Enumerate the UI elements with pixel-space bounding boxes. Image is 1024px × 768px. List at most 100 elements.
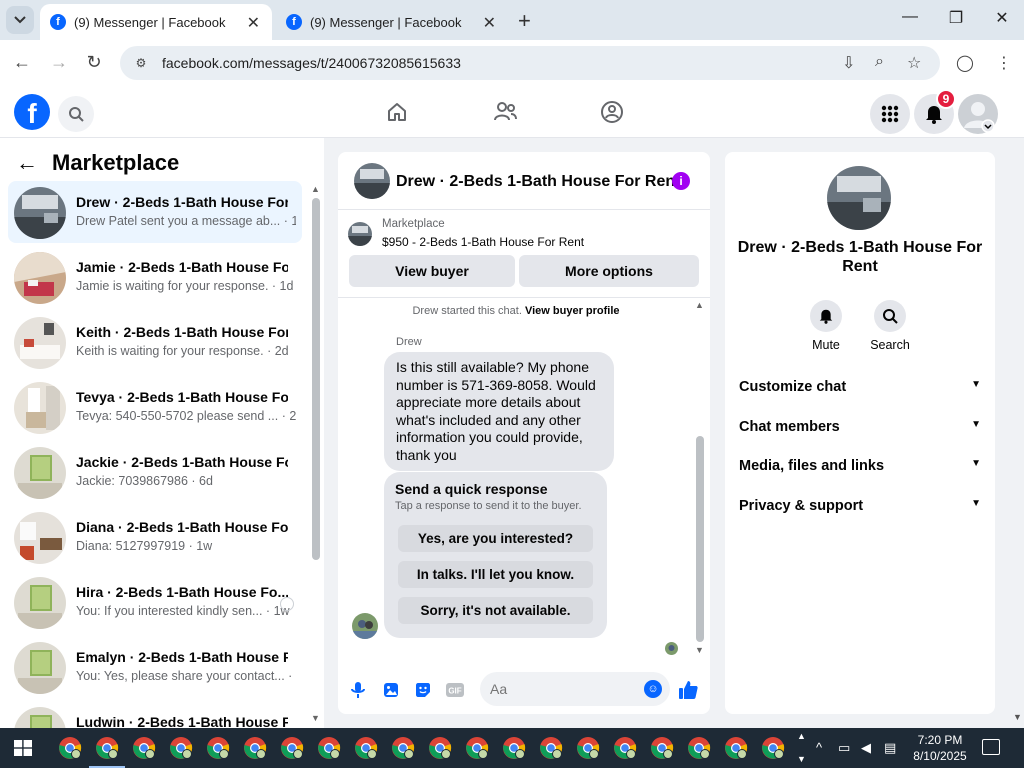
emoji-icon[interactable]: ☺: [644, 680, 662, 698]
close-window-icon[interactable]: ✕: [990, 8, 1014, 28]
back-arrow-icon[interactable]: ←: [16, 150, 38, 176]
sticker-icon[interactable]: [413, 680, 433, 700]
incoming-message-bubble[interactable]: Is this still available? My phone number…: [384, 352, 614, 471]
forward-arrow-icon[interactable]: →: [48, 52, 70, 73]
minimize-icon[interactable]: —: [898, 8, 922, 26]
conversation-item-emalyn[interactable]: Emalyn · 2-Beds 1-Bath House F... You: Y…: [8, 636, 302, 698]
scroll-down-arrow-icon[interactable]: ▼: [695, 645, 704, 655]
network-icon[interactable]: ▤: [884, 740, 896, 756]
install-app-icon[interactable]: ⇩: [842, 53, 855, 73]
home-nav-button[interactable]: [383, 98, 411, 126]
section-chat-members[interactable]: Chat members ▼: [739, 419, 981, 439]
chrome-taskbar-icon[interactable]: [502, 736, 526, 760]
restore-icon[interactable]: ❐: [944, 8, 968, 28]
search-action[interactable]: Search: [860, 300, 920, 352]
profile-icon[interactable]: ◯: [956, 53, 974, 73]
gif-icon[interactable]: GIF: [445, 680, 465, 700]
quick-response-button-in-talks[interactable]: In talks. I'll let you know.: [398, 561, 593, 588]
site-settings-icon[interactable]: ⚙: [132, 54, 150, 72]
quick-response-button-not-available[interactable]: Sorry, it's not available.: [398, 597, 593, 624]
chrome-taskbar-icon[interactable]: [576, 736, 600, 760]
close-tab-icon[interactable]: ✕: [483, 13, 496, 33]
view-buyer-button[interactable]: View buyer: [349, 255, 515, 287]
inbox-scrollbar[interactable]: [312, 198, 320, 560]
conversation-item-diana[interactable]: Diana · 2-Beds 1-Bath House For... Diana…: [8, 506, 302, 568]
chat-title[interactable]: Drew · 2-Beds 1-Bath House For Rent: [396, 173, 680, 191]
view-buyer-profile-link[interactable]: View buyer profile: [525, 305, 620, 317]
url-text[interactable]: facebook.com/messages/t/2400673208561563…: [162, 55, 461, 71]
bookmark-star-icon[interactable]: ☆: [907, 53, 921, 73]
zoom-icon[interactable]: ⌕: [875, 53, 884, 71]
chrome-taskbar-icon[interactable]: [354, 736, 378, 760]
page-scroll-down-arrow-icon[interactable]: ▼: [1013, 712, 1022, 722]
conversation-item-ludwin[interactable]: Ludwin · 2-Beds 1-Bath House F...: [8, 701, 302, 728]
chrome-taskbar-icon[interactable]: [724, 736, 748, 760]
scroll-down-arrow-icon[interactable]: ▼: [311, 713, 320, 723]
chrome-taskbar-icon[interactable]: [613, 736, 637, 760]
scroll-up-arrow-icon[interactable]: ▲: [311, 184, 320, 194]
scroll-up-arrow-icon[interactable]: ▲: [695, 300, 704, 310]
chrome-taskbar-icon[interactable]: [539, 736, 563, 760]
back-arrow-icon[interactable]: ←: [11, 52, 33, 73]
conversation-item-keith[interactable]: Keith · 2-Beds 1-Bath House For ... Keit…: [8, 311, 302, 373]
browser-tab-2[interactable]: f (9) Messenger | Facebook ✕: [276, 4, 508, 40]
mute-action[interactable]: Mute: [796, 300, 856, 352]
chrome-taskbar-icon[interactable]: [169, 736, 193, 760]
conversation-item-hira[interactable]: Hira · 2-Beds 1-Bath House Fo... You: If…: [8, 571, 302, 633]
listing-price-title[interactable]: $950 - 2-Beds 1-Bath House For Rent: [382, 235, 584, 249]
facebook-search-button[interactable]: [58, 96, 94, 132]
chrome-taskbar-icon[interactable]: [132, 736, 156, 760]
microphone-icon[interactable]: [348, 680, 368, 700]
close-tab-icon[interactable]: ✕: [247, 13, 260, 33]
omnibox[interactable]: ⚙ facebook.com/messages/t/24006732085615…: [120, 46, 940, 80]
unread-status-circle[interactable]: [280, 597, 294, 611]
mute-button[interactable]: [810, 300, 842, 332]
tray-scroll-down-icon[interactable]: ▼: [797, 754, 806, 764]
thumbs-up-like-icon[interactable]: [678, 680, 698, 700]
avatar[interactable]: [354, 163, 390, 199]
chrome-taskbar-icon[interactable]: [206, 736, 230, 760]
browser-menu-icon[interactable]: ⋮: [996, 53, 1012, 73]
reload-icon[interactable]: ↻: [83, 52, 105, 73]
photo-icon[interactable]: [381, 680, 401, 700]
new-tab-plus-icon[interactable]: +: [518, 8, 531, 34]
section-privacy-support[interactable]: Privacy & support ▼: [739, 498, 981, 518]
search-in-chat-button[interactable]: [874, 300, 906, 332]
chrome-taskbar-icon[interactable]: [89, 736, 125, 768]
chrome-taskbar-icon[interactable]: [58, 736, 82, 760]
account-avatar-button[interactable]: [958, 94, 998, 134]
more-options-button[interactable]: More options: [519, 255, 699, 287]
conversation-item-jamie[interactable]: Jamie · 2-Beds 1-Bath House For... Jamie…: [8, 246, 302, 308]
info-icon[interactable]: i: [672, 172, 690, 190]
quick-response-button-interested[interactable]: Yes, are you interested?: [398, 525, 593, 552]
chrome-taskbar-icon[interactable]: [465, 736, 489, 760]
chrome-taskbar-icon[interactable]: [280, 736, 304, 760]
show-hidden-icons-chevron-icon[interactable]: ^: [816, 740, 822, 755]
windows-start-icon[interactable]: [14, 740, 32, 756]
facebook-logo-icon[interactable]: f: [14, 94, 50, 130]
menu-grid-button[interactable]: [870, 94, 910, 134]
sender-avatar[interactable]: [352, 613, 378, 639]
chrome-taskbar-icon[interactable]: [428, 736, 452, 760]
tab-search-button[interactable]: [6, 6, 34, 34]
tray-scroll-up-icon[interactable]: ▲: [797, 731, 806, 741]
groups-nav-button[interactable]: [598, 98, 626, 126]
listing-thumbnail[interactable]: [348, 222, 372, 246]
contact-avatar[interactable]: [827, 166, 891, 230]
chrome-taskbar-icon[interactable]: [317, 736, 341, 760]
friends-nav-button[interactable]: [491, 98, 519, 126]
chrome-taskbar-icon[interactable]: [687, 736, 711, 760]
system-clock[interactable]: 7:20 PM 8/10/2025: [900, 732, 980, 764]
conversation-item-jackie[interactable]: Jackie · 2-Beds 1-Bath House Fo... Jacki…: [8, 441, 302, 503]
conversation-item-drew[interactable]: Drew · 2-Beds 1-Bath House For ... Drew …: [8, 181, 302, 243]
section-media-files-links[interactable]: Media, files and links ▼: [739, 458, 981, 478]
chrome-taskbar-icon[interactable]: [391, 736, 415, 760]
browser-tab-1[interactable]: f (9) Messenger | Facebook ✕: [40, 4, 272, 40]
notification-center-icon[interactable]: [982, 739, 1000, 755]
meet-now-icon[interactable]: ▭: [838, 740, 850, 756]
chrome-taskbar-icon[interactable]: [243, 736, 267, 760]
section-customize-chat[interactable]: Customize chat ▼: [739, 379, 981, 399]
chat-scrollbar[interactable]: [696, 436, 704, 642]
chrome-taskbar-icon[interactable]: [650, 736, 674, 760]
volume-icon[interactable]: ◀: [861, 740, 871, 756]
